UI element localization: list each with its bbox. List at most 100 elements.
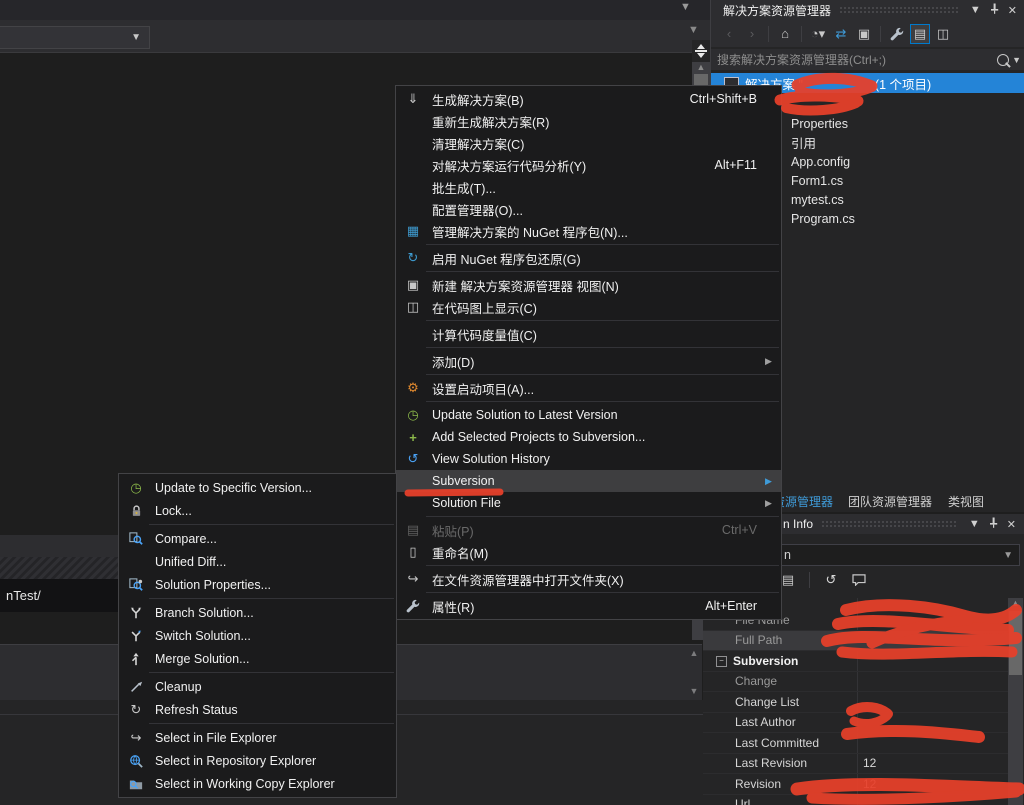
menu-item[interactable]: Select in Repository Explorer (119, 749, 396, 772)
scrollbar-up-icon[interactable]: ▲ (690, 648, 699, 658)
menu-item-label: Branch Solution... (155, 606, 254, 620)
comment-icon[interactable] (849, 570, 869, 590)
toolbar-separator (809, 572, 810, 588)
property-row[interactable]: −Subversion (703, 651, 1008, 672)
menu-separator (426, 516, 779, 517)
tool-window-tab[interactable]: 团队资源管理器 (848, 493, 932, 510)
menu-item[interactable]: Merge Solution... (119, 647, 396, 670)
scrollbar-up-icon[interactable]: ▲ (1008, 598, 1023, 608)
property-row[interactable]: Full Path (703, 631, 1008, 652)
property-row[interactable]: Change List (703, 692, 1008, 713)
forward-icon[interactable]: › (742, 24, 762, 44)
search-icon[interactable] (997, 54, 1009, 66)
search-input[interactable]: 搜索解决方案资源管理器(Ctrl+;) ▼ (711, 48, 1024, 70)
menu-item[interactable]: 计算代码度量值(C) (396, 323, 781, 345)
svn-update-specific-icon: ◷ (125, 480, 147, 496)
property-row[interactable]: Last Revision12 (703, 754, 1008, 775)
properties-wrench-icon[interactable] (887, 24, 907, 44)
menu-item-shortcut: Alt+Enter (705, 599, 757, 613)
history-icon: ↺ (402, 451, 424, 467)
menu-item[interactable]: ◷Update Solution to Latest Version (396, 404, 781, 426)
history-small-icon[interactable]: ↺ (821, 570, 841, 590)
menu-item[interactable]: 清理解决方案(C) (396, 132, 781, 154)
window-position-icon[interactable]: ▼ (965, 518, 984, 530)
refresh-icon[interactable]: ⇄ (831, 24, 851, 44)
menu-item[interactable]: ↺View Solution History (396, 448, 781, 470)
menu-item[interactable]: Lock... (119, 499, 396, 522)
property-row[interactable]: Url (703, 795, 1008, 805)
output-scrollbar[interactable]: ▲ ▼ (686, 646, 702, 698)
menu-item[interactable]: 批生成(T)... (396, 176, 781, 198)
menu-item-label: 管理解决方案的 NuGet 程序包(N)... (432, 222, 628, 241)
wc-explorer-icon (125, 777, 147, 791)
menu-item[interactable]: ◷Update to Specific Version... (119, 476, 396, 499)
splitter-line-icon (695, 50, 707, 52)
menu-item[interactable]: 属性(R)Alt+Enter (396, 595, 781, 617)
scrollbar-down-icon[interactable]: ▼ (690, 686, 699, 696)
menu-item[interactable]: Solution Properties... (119, 573, 396, 596)
solution-explorer-toolbar: ‹› ⌂ ◔▾⇄▣ ▤◫ (711, 20, 1024, 47)
tree-item-label: Properties (791, 117, 848, 131)
property-row[interactable]: Revision12 (703, 774, 1008, 795)
pin-icon[interactable] (984, 517, 1003, 531)
show-all-files-icon[interactable]: ▤ (910, 24, 930, 44)
menu-item[interactable]: 对解决方案运行代码分析(Y)Alt+F11 (396, 154, 781, 176)
merge-icon (125, 652, 147, 666)
toolbar-overflow-icon[interactable]: ▼ (680, 1, 691, 13)
toolbar-overflow-icon[interactable]: ▼ (688, 24, 699, 36)
property-row[interactable]: Last Author (703, 713, 1008, 734)
back-icon[interactable]: ‹ (719, 24, 739, 44)
menu-item-label: Select in Repository Explorer (155, 754, 316, 768)
menu-item[interactable]: +Add Selected Projects to Subversion... (396, 426, 781, 448)
menu-item[interactable]: ◫在代码图上显示(C) (396, 296, 781, 318)
menu-item[interactable]: Switch Solution... (119, 624, 396, 647)
menu-item[interactable]: Subversion▶ (396, 470, 781, 492)
property-row[interactable]: Change (703, 672, 1008, 693)
menu-item[interactable]: ▦管理解决方案的 NuGet 程序包(N)... (396, 220, 781, 242)
menu-item[interactable]: 配置管理器(O)... (396, 198, 781, 220)
chevron-down-icon: ▼ (131, 32, 141, 43)
property-label: Revision (703, 777, 857, 791)
collapse-all-icon[interactable]: ▣ (854, 24, 874, 44)
menu-item[interactable]: Unified Diff... (119, 550, 396, 573)
menu-item[interactable]: ↻Refresh Status (119, 698, 396, 721)
menu-item[interactable]: ↻启用 NuGet 程序包还原(G) (396, 247, 781, 269)
new-view-icon: ▣ (402, 277, 424, 293)
menu-item-label: 粘贴(P) (432, 521, 474, 540)
menu-item[interactable]: ⇓生成解决方案(B)Ctrl+Shift+B (396, 88, 781, 110)
menu-item-label: Unified Diff... (155, 555, 226, 569)
property-row[interactable]: Last Committed (703, 733, 1008, 754)
grid-scrollbar[interactable]: ▲ (1008, 598, 1023, 805)
menu-item[interactable]: ▤粘贴(P)Ctrl+V (396, 519, 781, 541)
close-icon[interactable]: ✕ (1004, 4, 1021, 17)
search-options-chevron-icon[interactable]: ▼ (1009, 55, 1024, 65)
menu-item[interactable]: 添加(D)▶ (396, 350, 781, 372)
menu-item[interactable]: Cleanup (119, 675, 396, 698)
menu-item[interactable]: Branch Solution... (119, 601, 396, 624)
menu-item[interactable]: Solution File▶ (396, 492, 781, 514)
sync-with-active-document-icon[interactable]: ◫ (933, 24, 953, 44)
menu-item[interactable]: ↪在文件资源管理器中打开文件夹(X) (396, 568, 781, 590)
configuration-combobox[interactable]: ▼ (0, 26, 150, 49)
file-explorer-icon: ↪ (125, 730, 147, 746)
collapse-expander-icon[interactable]: − (716, 656, 727, 667)
editor-splitter-handle[interactable] (692, 40, 710, 62)
window-position-icon[interactable]: ▼ (966, 4, 985, 16)
pending-changes-icon[interactable]: ◔▾ (808, 24, 828, 44)
menu-item[interactable]: Compare... (119, 527, 396, 550)
menu-item[interactable]: Select in Working Copy Explorer (119, 772, 396, 795)
gear-icon: ⚙ (402, 380, 424, 396)
wrench-icon (402, 599, 424, 613)
scrollbar-up-icon[interactable]: ▲ (692, 62, 710, 72)
menu-item[interactable]: ↪Select in File Explorer (119, 726, 396, 749)
property-label: Last Committed (703, 736, 857, 750)
menu-item[interactable]: ▣新建 解决方案资源管理器 视图(N) (396, 274, 781, 296)
menu-item[interactable]: 重新生成解决方案(R) (396, 110, 781, 132)
close-icon[interactable]: ✕ (1003, 518, 1020, 531)
home-icon[interactable]: ⌂ (775, 24, 795, 44)
scrollbar-thumb[interactable] (1009, 611, 1022, 675)
tool-window-tab[interactable]: 类视图 (948, 493, 984, 510)
menu-item[interactable]: ▯重命名(M) (396, 541, 781, 563)
menu-item[interactable]: ⚙设置启动项目(A)... (396, 377, 781, 399)
pin-icon[interactable] (985, 3, 1004, 17)
